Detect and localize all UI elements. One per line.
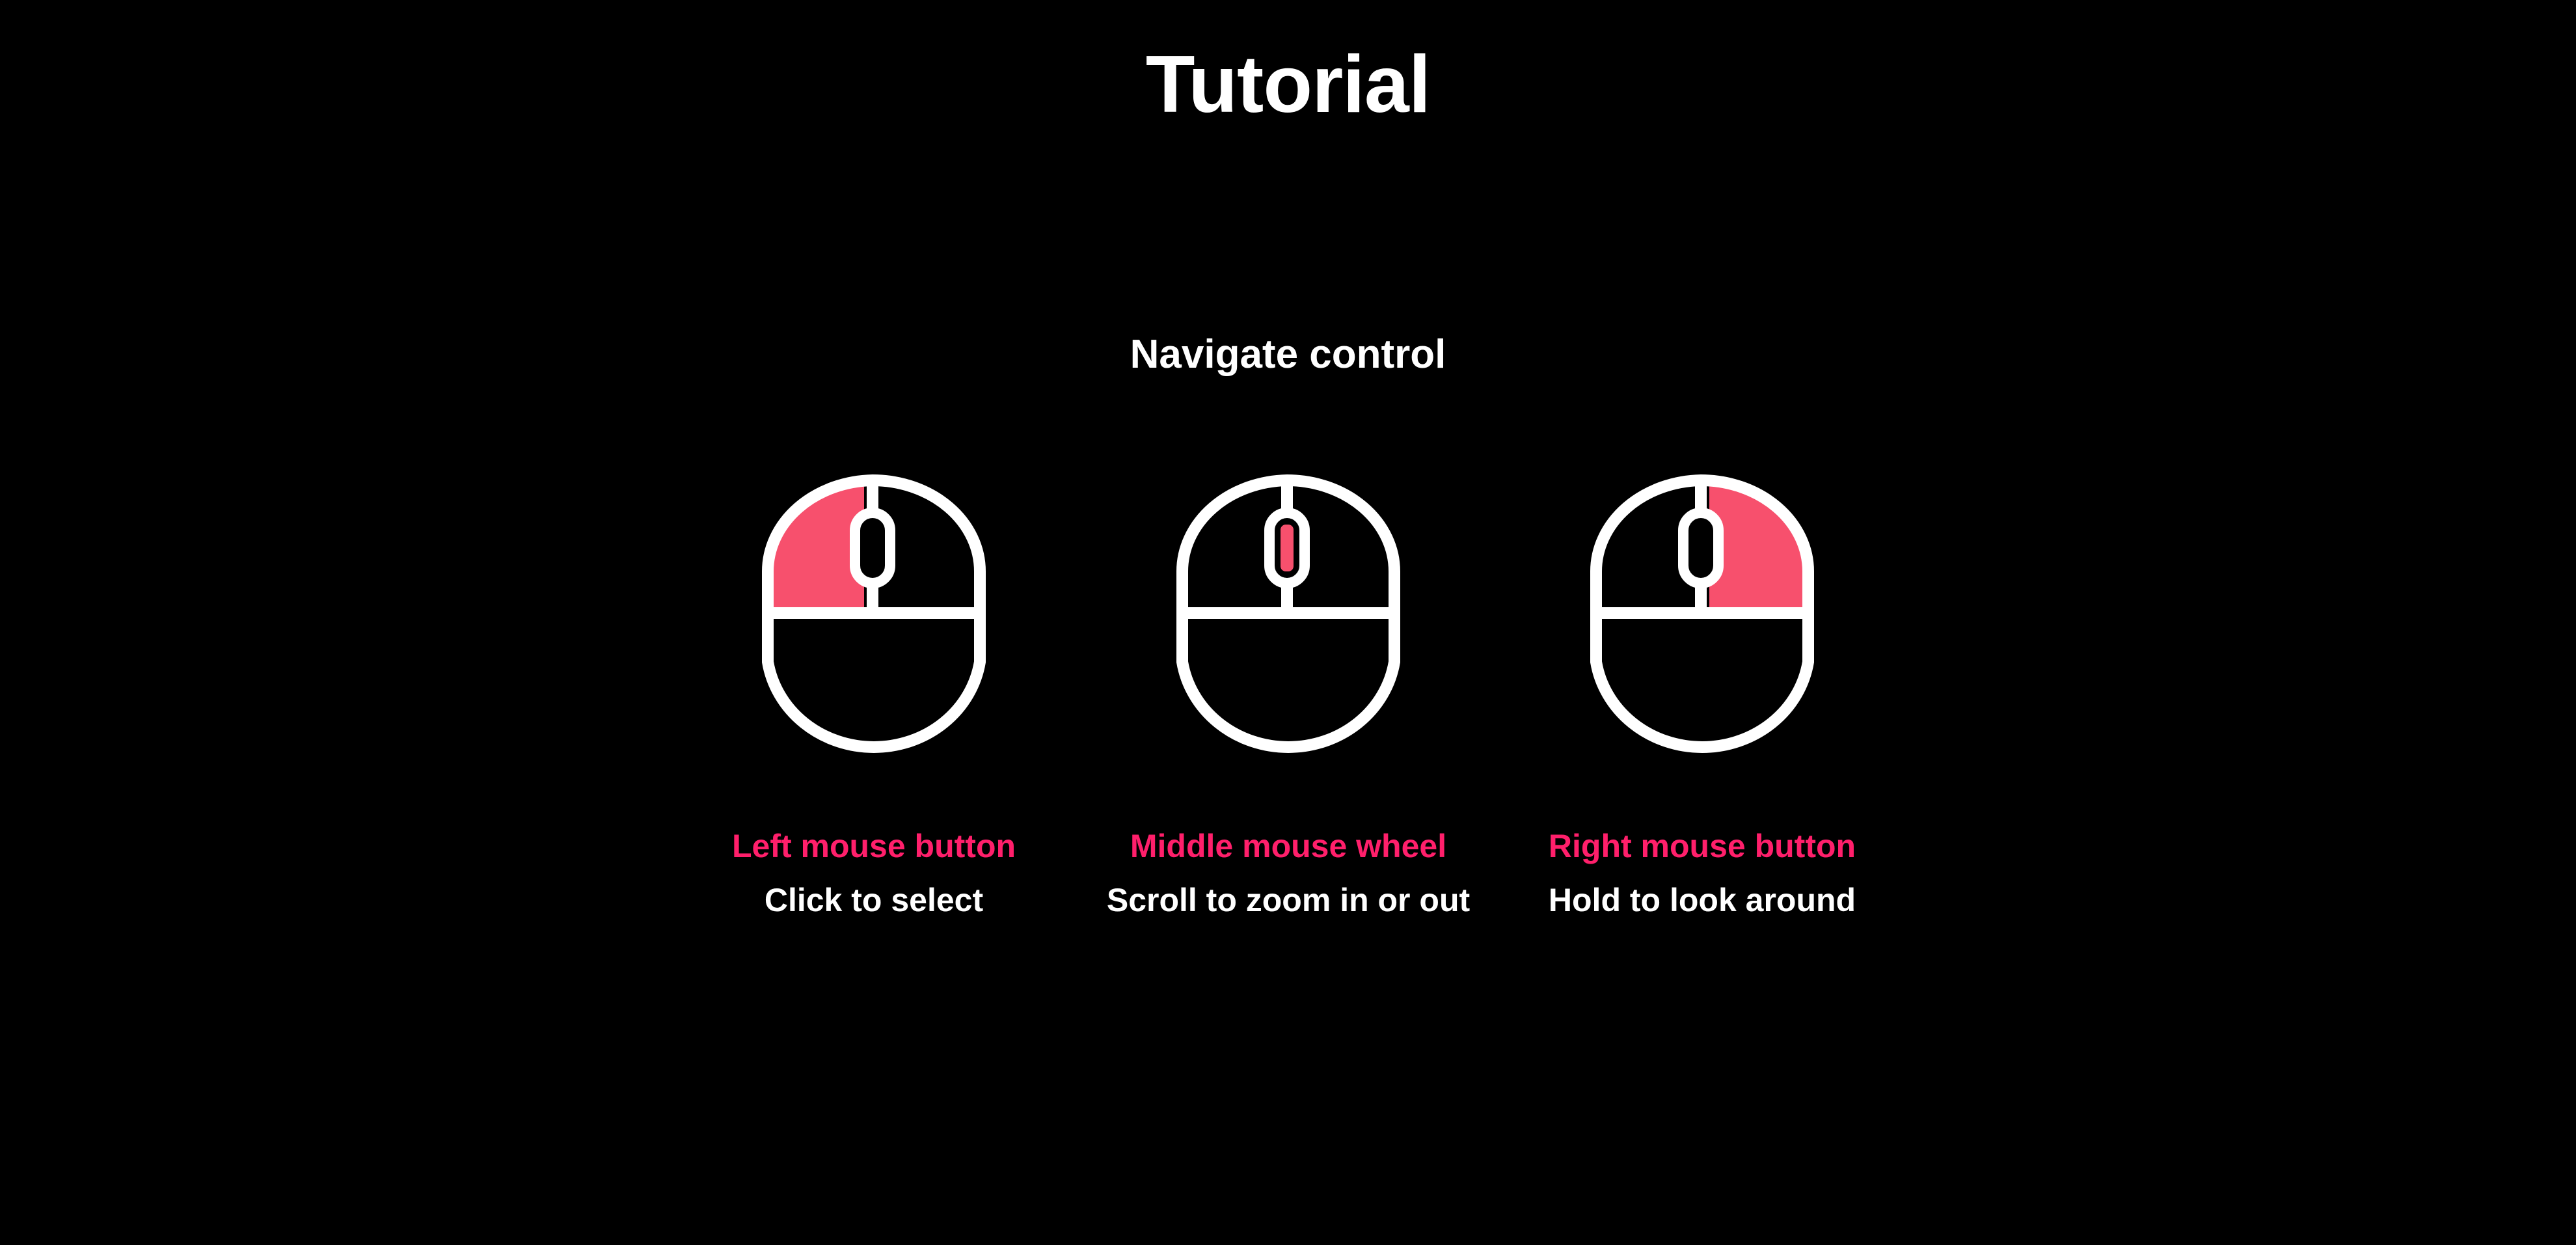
- page-title: Tutorial: [1145, 40, 1431, 130]
- mouse-left-button-icon: [762, 474, 986, 753]
- control-left-mouse-button: Left mouse button Click to select: [666, 474, 1082, 931]
- control-middle-mouse-wheel: Middle mouse wheel Scroll to zoom in or …: [1080, 474, 1497, 931]
- control-description: Hold to look around: [1548, 882, 1856, 918]
- mouse-right-button-icon: [1590, 474, 1814, 753]
- control-label: Middle mouse wheel: [1130, 828, 1447, 864]
- section-title: Navigate control: [1130, 332, 1446, 377]
- control-label: Left mouse button: [731, 828, 1016, 864]
- control-description: Scroll to zoom in or out: [1106, 882, 1471, 918]
- control-label: Right mouse button: [1548, 828, 1856, 864]
- control-description: Click to select: [764, 882, 984, 918]
- control-right-mouse-button: Right mouse button Hold to look around: [1494, 474, 1910, 931]
- mouse-scroll-wheel-icon: [1176, 474, 1400, 753]
